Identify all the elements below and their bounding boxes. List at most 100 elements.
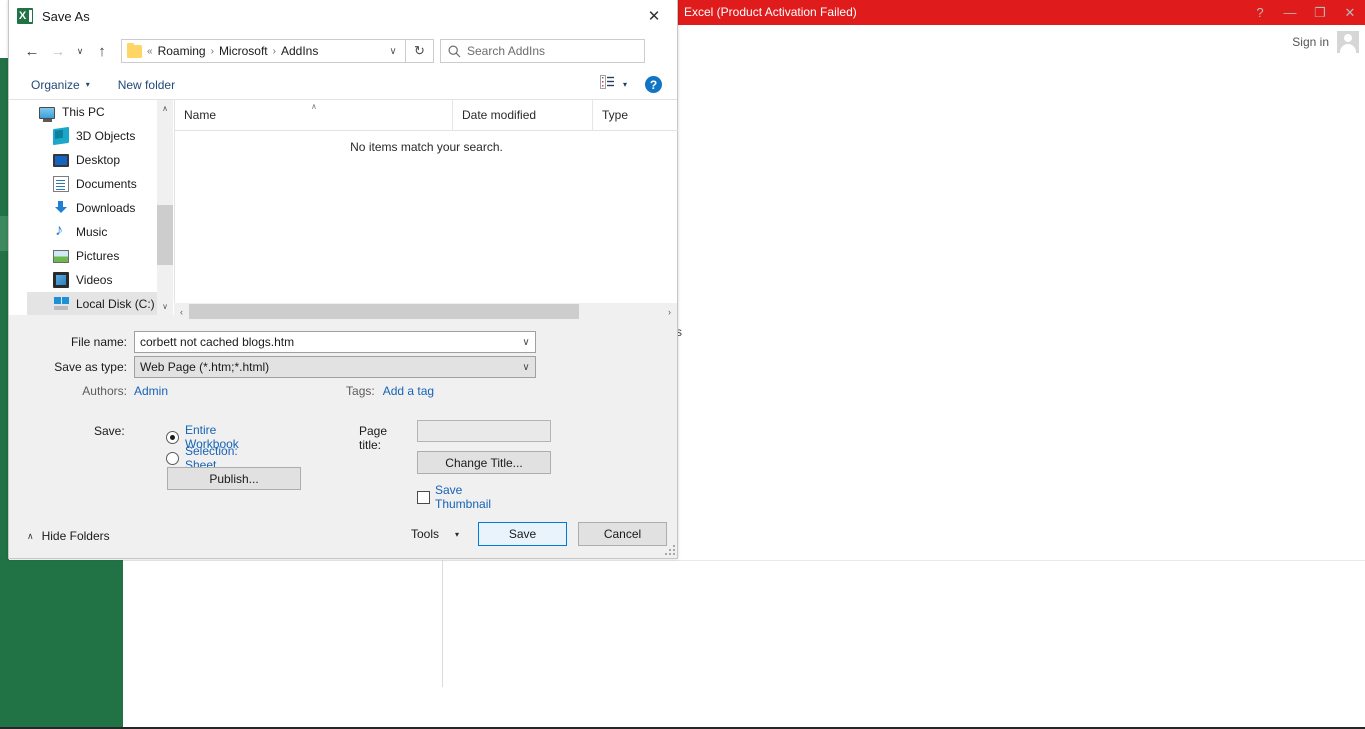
sidebar-item-documents[interactable]: Documents	[27, 172, 157, 196]
avatar[interactable]	[1337, 31, 1359, 53]
hide-folders-label: Hide Folders	[41, 529, 110, 543]
horizontal-scrollbar[interactable]: ‹ ›	[174, 303, 677, 320]
sidebar-item-videos[interactable]: Videos	[27, 268, 157, 292]
sidebar-item-this-pc[interactable]: This PC	[27, 100, 157, 124]
file-name-input[interactable]: corbett not cached blogs.htm ∨	[134, 331, 536, 353]
folder-icon	[127, 42, 142, 58]
computer-icon	[39, 106, 55, 122]
sidebar-item-music[interactable]: Music	[27, 220, 157, 244]
tree-scrollbar[interactable]: ∧ ∨	[157, 100, 173, 315]
scrollbar-thumb[interactable]	[157, 205, 173, 265]
dialog-title: Save As	[42, 8, 90, 24]
address-bar[interactable]: « Roaming › Microsoft › AddIns ∨	[121, 39, 406, 63]
column-header-type[interactable]: Type	[593, 100, 678, 131]
scroll-up-icon[interactable]: ∧	[157, 100, 173, 117]
sidebar-item-3d-objects[interactable]: 3D Objects	[27, 124, 157, 148]
help-icon[interactable]: ?	[645, 76, 662, 93]
chevron-down-icon: ▾	[622, 80, 627, 89]
save-as-type-label: Save as type:	[54, 360, 127, 374]
documents-icon	[53, 176, 69, 192]
navigation-bar: ← → ∨ ↑ « Roaming › Microsoft › AddIns ∨…	[9, 32, 677, 70]
column-label: Name	[184, 108, 217, 122]
dialog-titlebar: Save As	[9, 0, 677, 32]
organize-label: Organize	[31, 77, 80, 92]
hide-folders-button[interactable]: ∧ Hide Folders	[27, 529, 110, 543]
dialog-close-icon[interactable]: ✕	[631, 0, 677, 32]
restore-icon[interactable]: ❐	[1305, 0, 1335, 25]
up-icon[interactable]: ↑	[89, 38, 115, 64]
authors-value[interactable]: Admin	[134, 384, 168, 398]
new-folder-button[interactable]: New folder	[118, 78, 175, 92]
column-header-name[interactable]: Name ∧	[175, 99, 453, 131]
tools-button[interactable]: Tools ▾	[411, 527, 459, 541]
cancel-button[interactable]: Cancel	[578, 522, 667, 546]
disk-icon	[53, 296, 69, 312]
search-input[interactable]: Search AddIns	[467, 44, 545, 58]
scroll-left-icon[interactable]: ‹	[174, 303, 189, 320]
save-as-type-select[interactable]: Web Page (*.htm;*.html) ∨	[134, 356, 536, 378]
videos-icon	[53, 272, 69, 288]
save-thumbnail-label: Save Thumbnail	[435, 483, 492, 511]
scrollbar-thumb[interactable]	[189, 304, 579, 319]
help-icon[interactable]: ?	[1245, 0, 1275, 25]
excel-title: Excel (Product Activation Failed)	[684, 5, 857, 19]
sign-in-label[interactable]: Sign in	[1292, 35, 1329, 49]
sidebar-item-label: Documents	[76, 177, 137, 191]
change-title-button[interactable]: Change Title...	[417, 451, 551, 474]
refresh-icon[interactable]: ↻	[406, 39, 434, 63]
back-icon[interactable]: ←	[19, 38, 45, 64]
chevron-down-icon[interactable]: ∨	[517, 362, 535, 373]
excel-backstage-panel	[0, 560, 123, 729]
sidebar-item-desktop[interactable]: Desktop	[27, 148, 157, 172]
chevron-down-icon[interactable]: ∨	[517, 337, 535, 348]
address-overflow[interactable]: «	[147, 46, 153, 57]
breadcrumb-microsoft[interactable]: Microsoft	[219, 44, 268, 58]
sidebar-item-pictures[interactable]: Pictures	[27, 244, 157, 268]
chevron-down-icon: ▾	[455, 529, 460, 539]
page-title-label: Page title:	[359, 424, 388, 452]
sidebar-item-downloads[interactable]: Downloads	[27, 196, 157, 220]
sort-ascending-icon: ∧	[311, 101, 317, 111]
breadcrumb-separator: ›	[210, 45, 214, 57]
forward-icon[interactable]: →	[45, 38, 71, 64]
search-icon	[441, 44, 467, 58]
add-a-tag-link[interactable]: Add a tag	[383, 384, 434, 398]
excel-content-separator	[442, 560, 443, 687]
radio-icon[interactable]	[166, 430, 179, 444]
search-box[interactable]: Search AddIns	[440, 39, 645, 63]
chevron-down-icon[interactable]: ∨	[381, 46, 405, 57]
column-header-date-modified[interactable]: Date modified	[453, 99, 593, 131]
3d-objects-icon	[53, 126, 69, 146]
excel-signin-area[interactable]: Sign in	[1245, 25, 1365, 59]
sidebar-item-label: Desktop	[76, 153, 121, 167]
excel-window-controls: ? — ❐ ✕	[1245, 0, 1365, 25]
minimize-icon[interactable]: —	[1275, 0, 1305, 25]
scroll-right-icon[interactable]: ›	[662, 303, 677, 320]
view-mode-button[interactable]: ▾	[599, 75, 627, 94]
column-label: Type	[602, 108, 629, 122]
close-icon[interactable]: ✕	[1335, 0, 1365, 25]
excel-body-separator	[123, 560, 1365, 561]
publish-button[interactable]: Publish...	[167, 467, 301, 490]
radio-icon[interactable]	[166, 451, 179, 465]
save-button[interactable]: Save	[478, 522, 567, 546]
music-icon	[53, 222, 69, 240]
breadcrumb-separator: ›	[272, 45, 276, 57]
page-title-input	[417, 420, 551, 442]
save-thumbnail-row[interactable]: Save Thumbnail	[417, 483, 491, 511]
file-list-pane[interactable]: Name ∧ Date modified Type No items match…	[174, 99, 678, 315]
sidebar-item-local-disk[interactable]: Local Disk (C:)	[27, 292, 157, 315]
scroll-down-icon[interactable]: ∨	[157, 298, 173, 315]
authors-label: Authors:	[82, 384, 127, 398]
breadcrumb-roaming[interactable]: Roaming	[158, 44, 206, 58]
recent-locations-icon[interactable]: ∨	[71, 38, 89, 64]
organize-button[interactable]: Organize ▾	[31, 78, 90, 92]
sidebar-item-label: Downloads	[76, 201, 136, 215]
view-list-icon	[599, 75, 615, 94]
browse-area: This PC 3D Objects Desktop Documents Dow…	[9, 99, 678, 315]
column-headers: Name ∧ Date modified Type	[175, 99, 678, 131]
breadcrumb-addins[interactable]: AddIns	[281, 44, 318, 58]
checkbox-icon[interactable]	[417, 490, 430, 504]
desktop-icon	[53, 154, 69, 167]
tools-label: Tools	[411, 527, 440, 541]
